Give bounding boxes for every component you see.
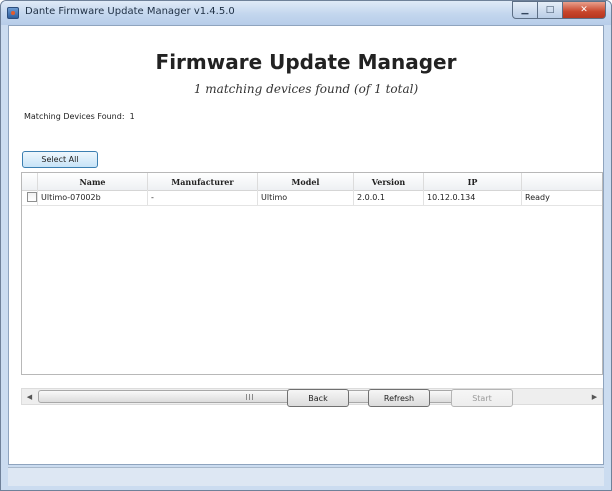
close-icon: ✕: [580, 5, 588, 15]
app-icon: [7, 7, 19, 19]
arrow-left-icon[interactable]: ◀: [22, 389, 37, 404]
matching-devices: Matching Devices Found: 1: [24, 112, 135, 121]
maximize-icon: □: [545, 5, 555, 15]
minimize-button[interactable]: ▁: [512, 1, 538, 19]
close-button[interactable]: ✕: [563, 1, 606, 19]
cell-status: Ready: [525, 193, 550, 202]
status-bar: [8, 467, 604, 486]
column-header-model[interactable]: Model: [258, 173, 354, 190]
column-header-select[interactable]: [22, 173, 38, 190]
maximize-button[interactable]: □: [538, 1, 563, 19]
page-title: Firmware Update Manager: [155, 50, 457, 74]
device-table: Name Manufacturer Model Version IP Ultim…: [21, 172, 603, 375]
column-header-version[interactable]: Version: [354, 173, 424, 190]
cell-ip: 10.12.0.134: [424, 190, 522, 205]
matching-devices-count: 1: [129, 112, 135, 121]
cell-manufacturer: -: [148, 190, 258, 205]
title-bar[interactable]: Dante Firmware Update Manager v1.4.5.0 ▁…: [1, 1, 611, 25]
app-window: Dante Firmware Update Manager v1.4.5.0 ▁…: [0, 0, 612, 491]
arrow-right-icon[interactable]: ▶: [587, 389, 602, 404]
refresh-button[interactable]: Refresh: [368, 389, 430, 407]
back-button[interactable]: Back: [287, 389, 349, 407]
cell-name: Ultimo-07002b: [38, 190, 148, 205]
main-panel: Firmware Update Manager 1 matching devic…: [8, 25, 604, 465]
table-row[interactable]: Ultimo-07002b - Ultimo 2.0.0.1 10.12.0.1…: [22, 190, 602, 206]
column-header-status[interactable]: [522, 173, 602, 190]
column-header-name[interactable]: Name: [38, 173, 148, 190]
matching-devices-label: Matching Devices Found:: [24, 112, 125, 121]
cell-version: 2.0.0.1: [354, 190, 424, 205]
column-header-ip[interactable]: IP: [424, 173, 522, 190]
window-title: Dante Firmware Update Manager v1.4.5.0: [25, 6, 235, 17]
minimize-icon: ▁: [521, 5, 529, 15]
start-button[interactable]: Start: [451, 389, 513, 407]
row-select-cell: [22, 190, 38, 205]
table-header: Name Manufacturer Model Version IP: [22, 173, 602, 191]
column-header-manufacturer[interactable]: Manufacturer: [148, 173, 258, 190]
page-subtitle: 1 matching devices found (of 1 total): [193, 82, 419, 96]
row-checkbox[interactable]: [27, 192, 37, 202]
select-all-button[interactable]: Select All: [22, 151, 98, 168]
grip-icon: [246, 394, 254, 400]
window-controls: ▁ □ ✕: [512, 1, 606, 19]
cell-model: Ultimo: [258, 190, 354, 205]
